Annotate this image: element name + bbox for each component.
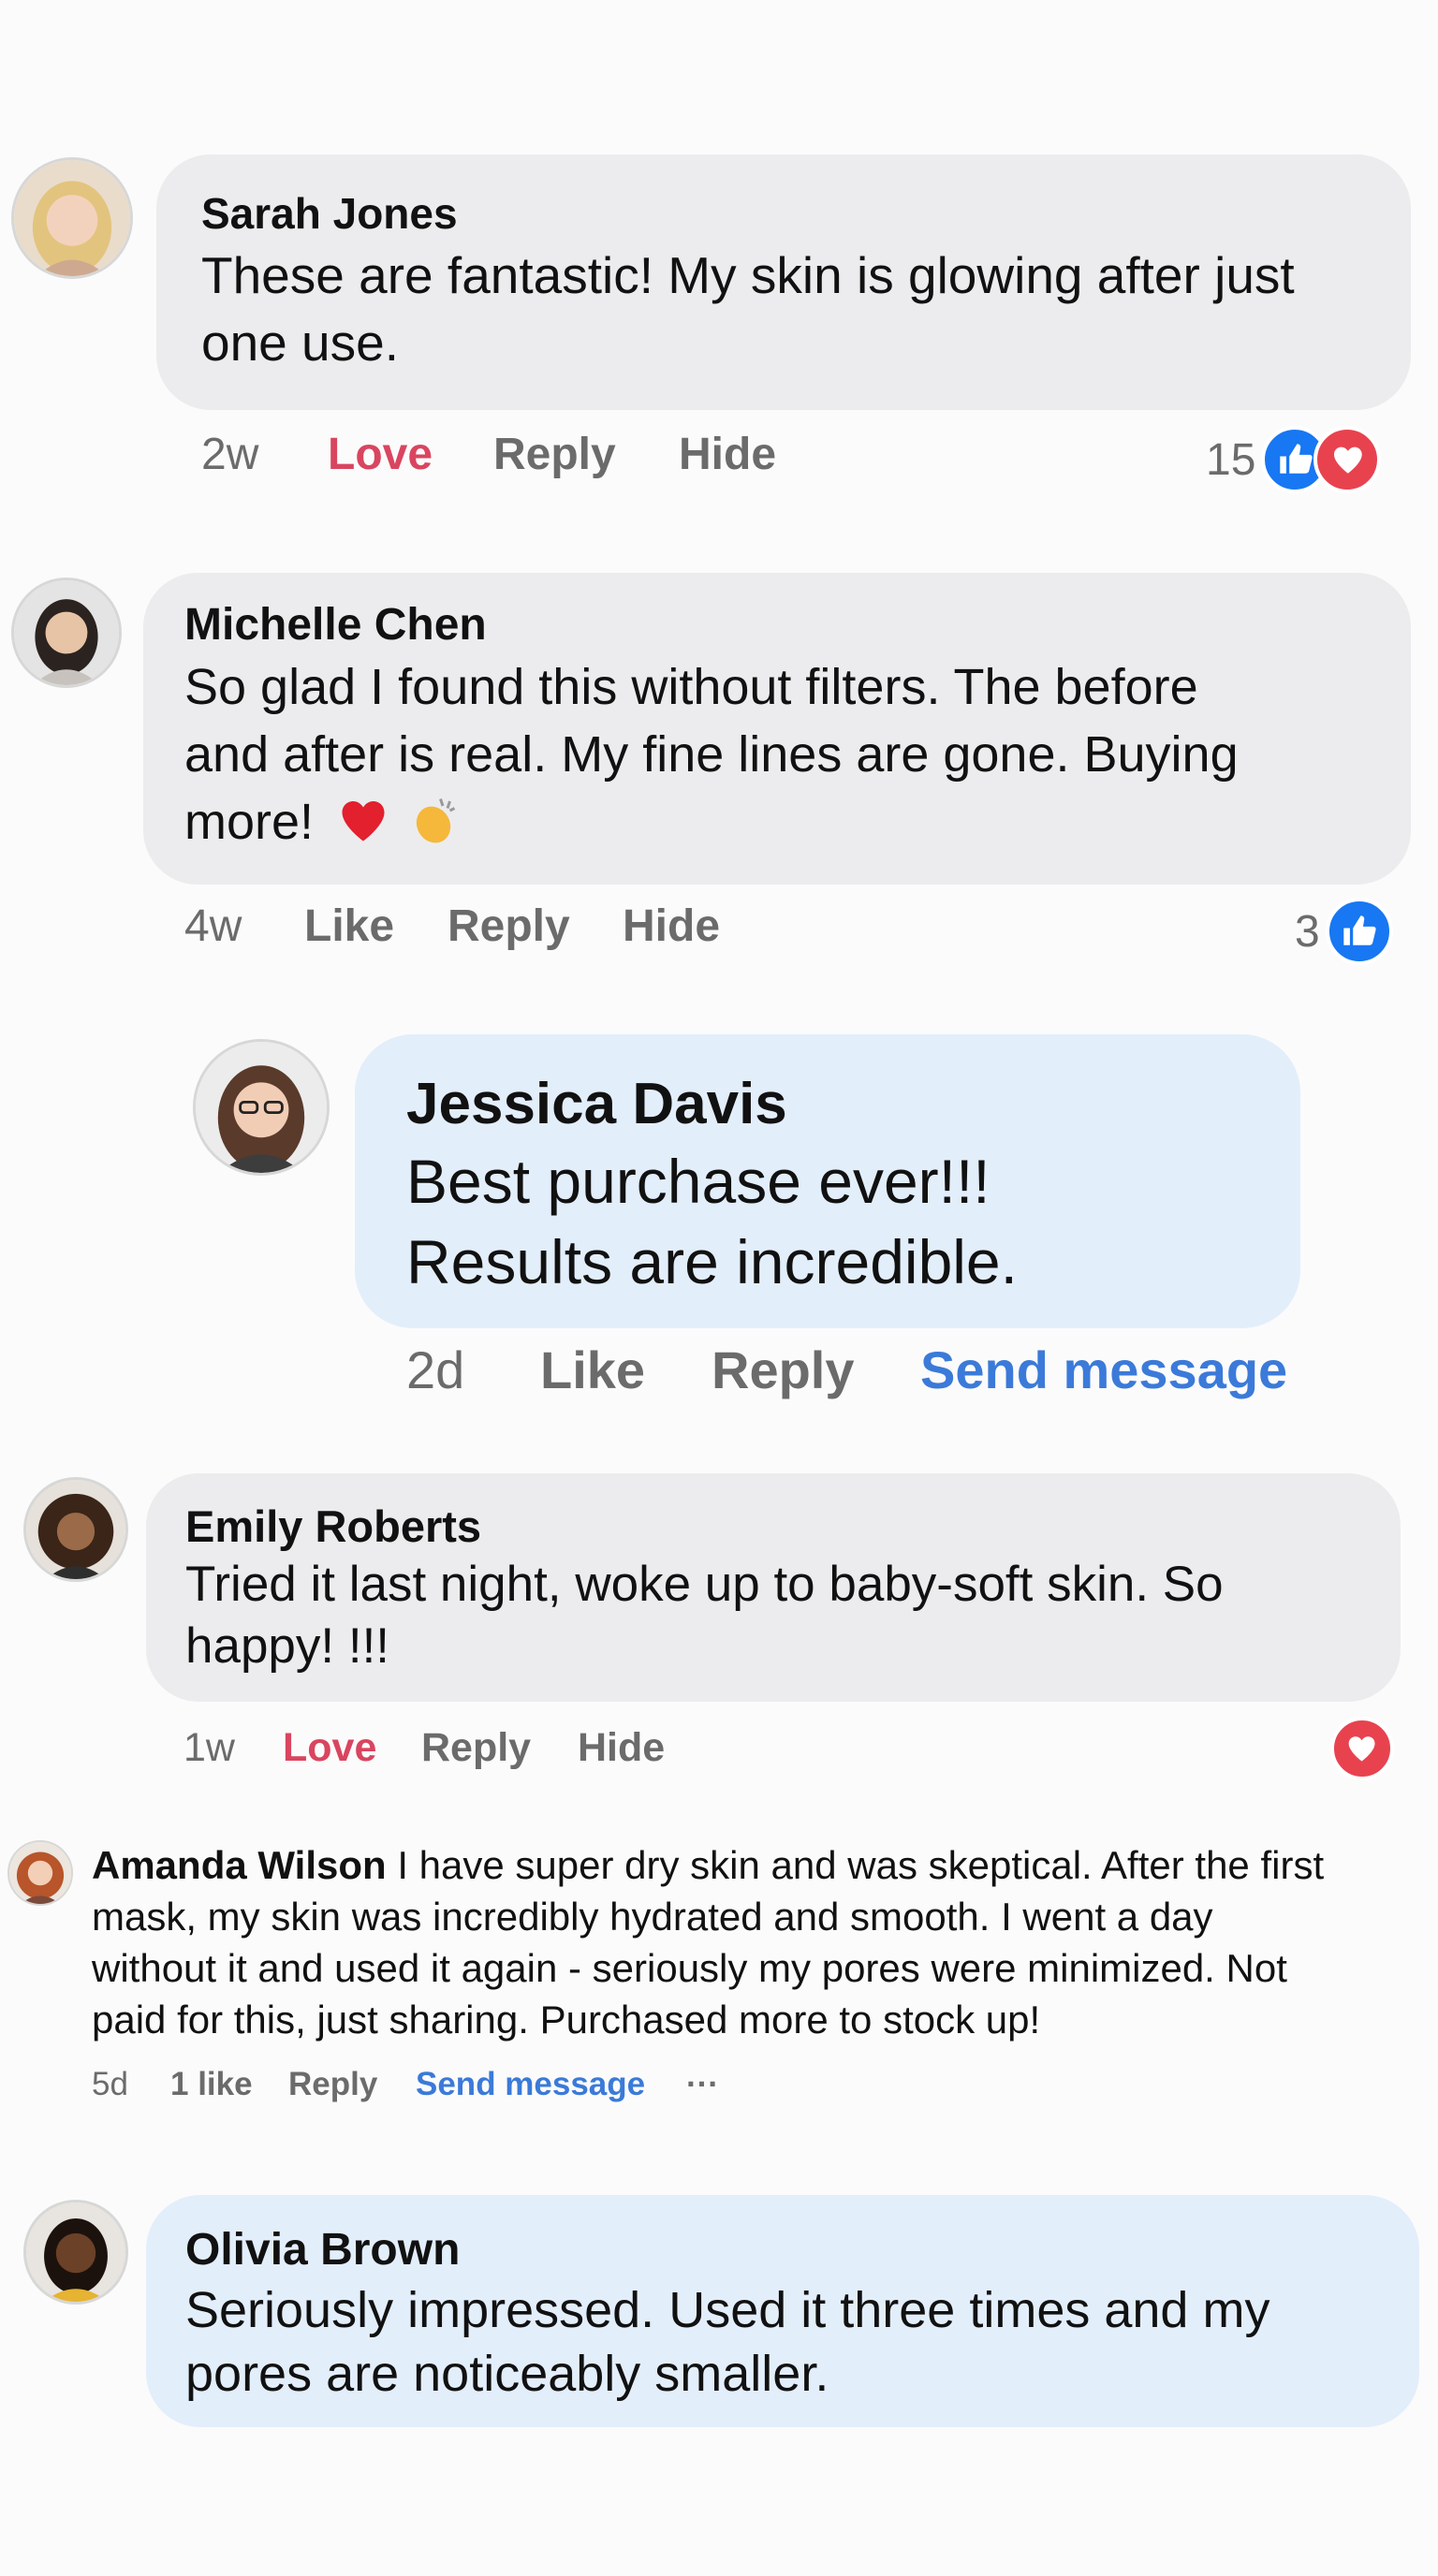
comment-text-line: I have super dry skin and was skeptical.… bbox=[386, 1843, 1325, 1887]
reply-button[interactable]: Reply bbox=[493, 429, 616, 480]
comment-text-line: happy! !!! bbox=[185, 1618, 390, 1674]
comment-text-last-line: more! bbox=[184, 788, 1411, 856]
comment-text-line: Best purchase ever!!! bbox=[406, 1147, 990, 1216]
author-name[interactable]: Michelle Chen bbox=[184, 597, 1411, 653]
author-name[interactable]: Sarah Jones bbox=[201, 185, 1411, 242]
comment-text-line: Results are incredible. bbox=[406, 1227, 1018, 1296]
avatar[interactable] bbox=[11, 578, 122, 688]
comment-text-line: So glad I found this without filters. Th… bbox=[184, 659, 1198, 715]
reaction-count: 3 bbox=[1295, 906, 1320, 957]
send-message-link[interactable]: Send message bbox=[416, 2066, 645, 2103]
send-message-link[interactable]: Send message bbox=[920, 1339, 1287, 1400]
avatar[interactable] bbox=[23, 2200, 128, 2305]
reply-button[interactable]: Reply bbox=[288, 2066, 377, 2103]
comment-bubble: Sarah Jones These are fantastic! My skin… bbox=[156, 154, 1411, 410]
avatar[interactable] bbox=[11, 157, 133, 279]
more-options-icon[interactable]: ··· bbox=[686, 2066, 719, 2103]
avatar[interactable] bbox=[193, 1039, 330, 1176]
reaction-count: 15 bbox=[1206, 434, 1256, 485]
red-heart-emoji bbox=[342, 801, 385, 842]
comment-text-line: and after is real. My fine lines are gon… bbox=[184, 726, 1239, 783]
comment-text-line: Tried it last night, woke up to baby-sof… bbox=[185, 1557, 1224, 1612]
timestamp: 4w bbox=[184, 901, 242, 951]
love-button[interactable]: Love bbox=[328, 429, 433, 480]
comment-text-line: more! bbox=[184, 794, 315, 850]
reaction-summary[interactable] bbox=[1330, 1715, 1394, 1782]
comment-actions: 5d 1 like Reply Send message ··· bbox=[0, 2066, 1438, 2111]
author-name[interactable]: Olivia Brown bbox=[185, 2222, 1419, 2278]
comment-text-line: without it and used it again - seriously… bbox=[92, 1946, 1287, 1990]
reply-button[interactable]: Reply bbox=[448, 900, 570, 952]
comment-actions: 1w Love Reply Hide bbox=[0, 1725, 1438, 1778]
timestamp: 2d bbox=[406, 1340, 465, 1399]
comment-text-line: pores are noticeably smaller. bbox=[185, 2346, 829, 2402]
avatar[interactable] bbox=[23, 1477, 128, 1582]
author-name[interactable]: Jessica Davis bbox=[406, 1068, 1300, 1141]
love-icon bbox=[1313, 426, 1382, 493]
hide-button[interactable]: Hide bbox=[578, 1725, 665, 1771]
like-count[interactable]: 1 like bbox=[170, 2066, 253, 2103]
reply-button[interactable]: Reply bbox=[712, 1339, 855, 1400]
reply-button[interactable]: Reply bbox=[421, 1725, 531, 1771]
hide-button[interactable]: Hide bbox=[623, 900, 720, 952]
comment-text-line: paid for this, just sharing. Purchased m… bbox=[92, 1998, 1041, 2042]
comment-text-line: mask, my skin was incredibly hydrated an… bbox=[92, 1895, 1213, 1939]
comment-text-line: one use. bbox=[201, 314, 400, 372]
timestamp: 2w bbox=[201, 430, 259, 479]
timestamp: 5d bbox=[92, 2066, 128, 2102]
like-button[interactable]: Like bbox=[304, 900, 394, 952]
comment-actions: 2d Like Reply Send message bbox=[0, 1339, 1438, 1405]
comment-bubble: Olivia Brown Seriously impressed. Used i… bbox=[146, 2195, 1419, 2427]
comment-bubble: Michelle Chen So glad I found this witho… bbox=[143, 573, 1411, 885]
love-icon bbox=[1330, 1717, 1394, 1780]
reaction-summary[interactable]: 3 bbox=[1295, 896, 1393, 967]
like-button[interactable]: Like bbox=[540, 1339, 645, 1400]
comment-text-line: Seriously impressed. Used it three times… bbox=[185, 2282, 1270, 2338]
comment-actions: 4w Like Reply Hide bbox=[0, 900, 1438, 957]
comment-text-line: These are fantastic! My skin is glowing … bbox=[201, 246, 1295, 304]
timestamp: 1w bbox=[183, 1725, 235, 1770]
like-icon bbox=[1325, 898, 1393, 965]
love-button[interactable]: Love bbox=[283, 1725, 376, 1771]
comment-bubble: Jessica Davis Best purchase ever!!! Resu… bbox=[355, 1034, 1300, 1328]
clapping-hands-emoji bbox=[416, 798, 456, 843]
comment-bubble: Emily Roberts Tried it last night, woke … bbox=[146, 1473, 1401, 1702]
comment-body: Amanda Wilson I have super dry skin and … bbox=[92, 1839, 1431, 2045]
author-name[interactable]: Amanda Wilson bbox=[92, 1843, 387, 1887]
reaction-summary[interactable]: 15 bbox=[1206, 424, 1382, 495]
avatar[interactable] bbox=[7, 1840, 73, 1906]
hide-button[interactable]: Hide bbox=[679, 429, 776, 480]
author-name[interactable]: Emily Roberts bbox=[185, 1500, 1401, 1554]
comment-text-line-1: Amanda Wilson I have super dry skin and … bbox=[92, 1839, 1431, 1891]
